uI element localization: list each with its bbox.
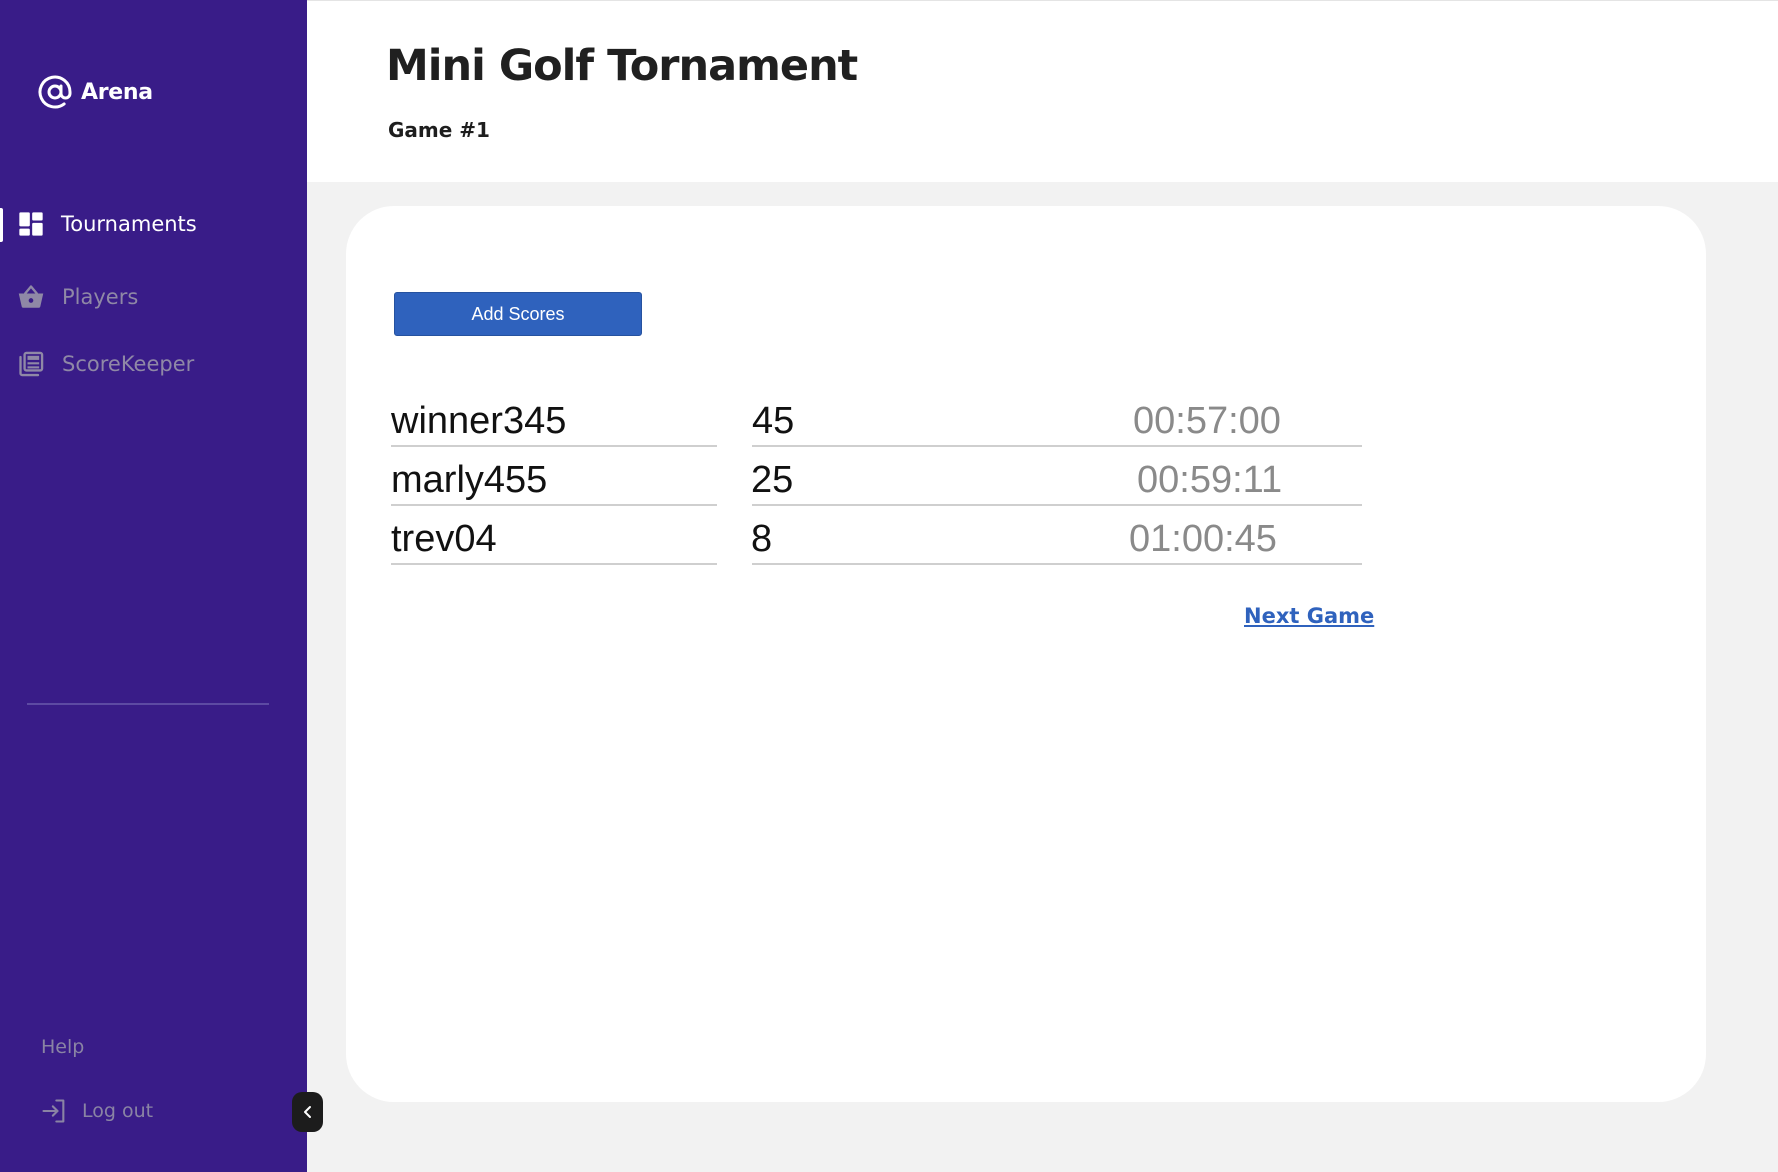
table-row: trev04 8 01:00:45 [346,506,1706,565]
table-row: winner345 45 00:57:00 [346,388,1706,447]
player-score: 45 [752,400,795,442]
player-score: 25 [751,459,794,501]
logout-label: Log out [82,1100,154,1122]
page-title: Mini Golf Tornament [386,41,858,91]
brand-logo[interactable]: Arena [37,74,153,110]
sidebar-item-scorekeeper[interactable]: ScoreKeeper [0,342,307,386]
logout-icon [42,1099,65,1123]
game-label: Game #1 [388,118,490,142]
sidebar-item-label: Tournaments [61,212,197,236]
collapse-sidebar-button[interactable] [292,1092,323,1132]
chevron-left-icon [303,1106,311,1118]
player-name: winner345 [391,400,567,442]
brand-name: Arena [81,79,153,105]
add-scores-button[interactable]: Add Scores [394,292,642,336]
page-header: Mini Golf Tornament Game #1 [307,0,1778,182]
sidebar-item-players[interactable]: Players [0,275,307,319]
scores-card: Add Scores winner345 45 00:57:00 marly45… [346,206,1706,1102]
help-link[interactable]: Help [41,1036,84,1058]
at-sign-icon [38,75,72,109]
sidebar-item-label: Players [62,285,139,309]
player-name: trev04 [391,518,497,560]
table-row: marly455 25 00:59:11 [346,447,1706,506]
newspaper-icon [19,351,44,377]
basket-icon [18,285,44,308]
sidebar-item-tournaments[interactable]: Tournaments [0,202,307,246]
sidebar: Arena Tournaments Players ScoreKeeper He… [0,0,307,1172]
player-score: 8 [751,518,773,560]
player-time: 00:57:00 [1133,400,1281,442]
player-name: marly455 [391,459,548,501]
sidebar-divider [27,703,269,705]
player-time: 01:00:45 [1129,518,1277,560]
logout-button[interactable]: Log out [40,1097,153,1125]
sidebar-item-label: ScoreKeeper [62,352,195,376]
next-game-link[interactable]: Next Game [1244,604,1374,628]
player-time: 00:59:11 [1137,459,1283,501]
dashboard-grid-icon [19,212,43,236]
